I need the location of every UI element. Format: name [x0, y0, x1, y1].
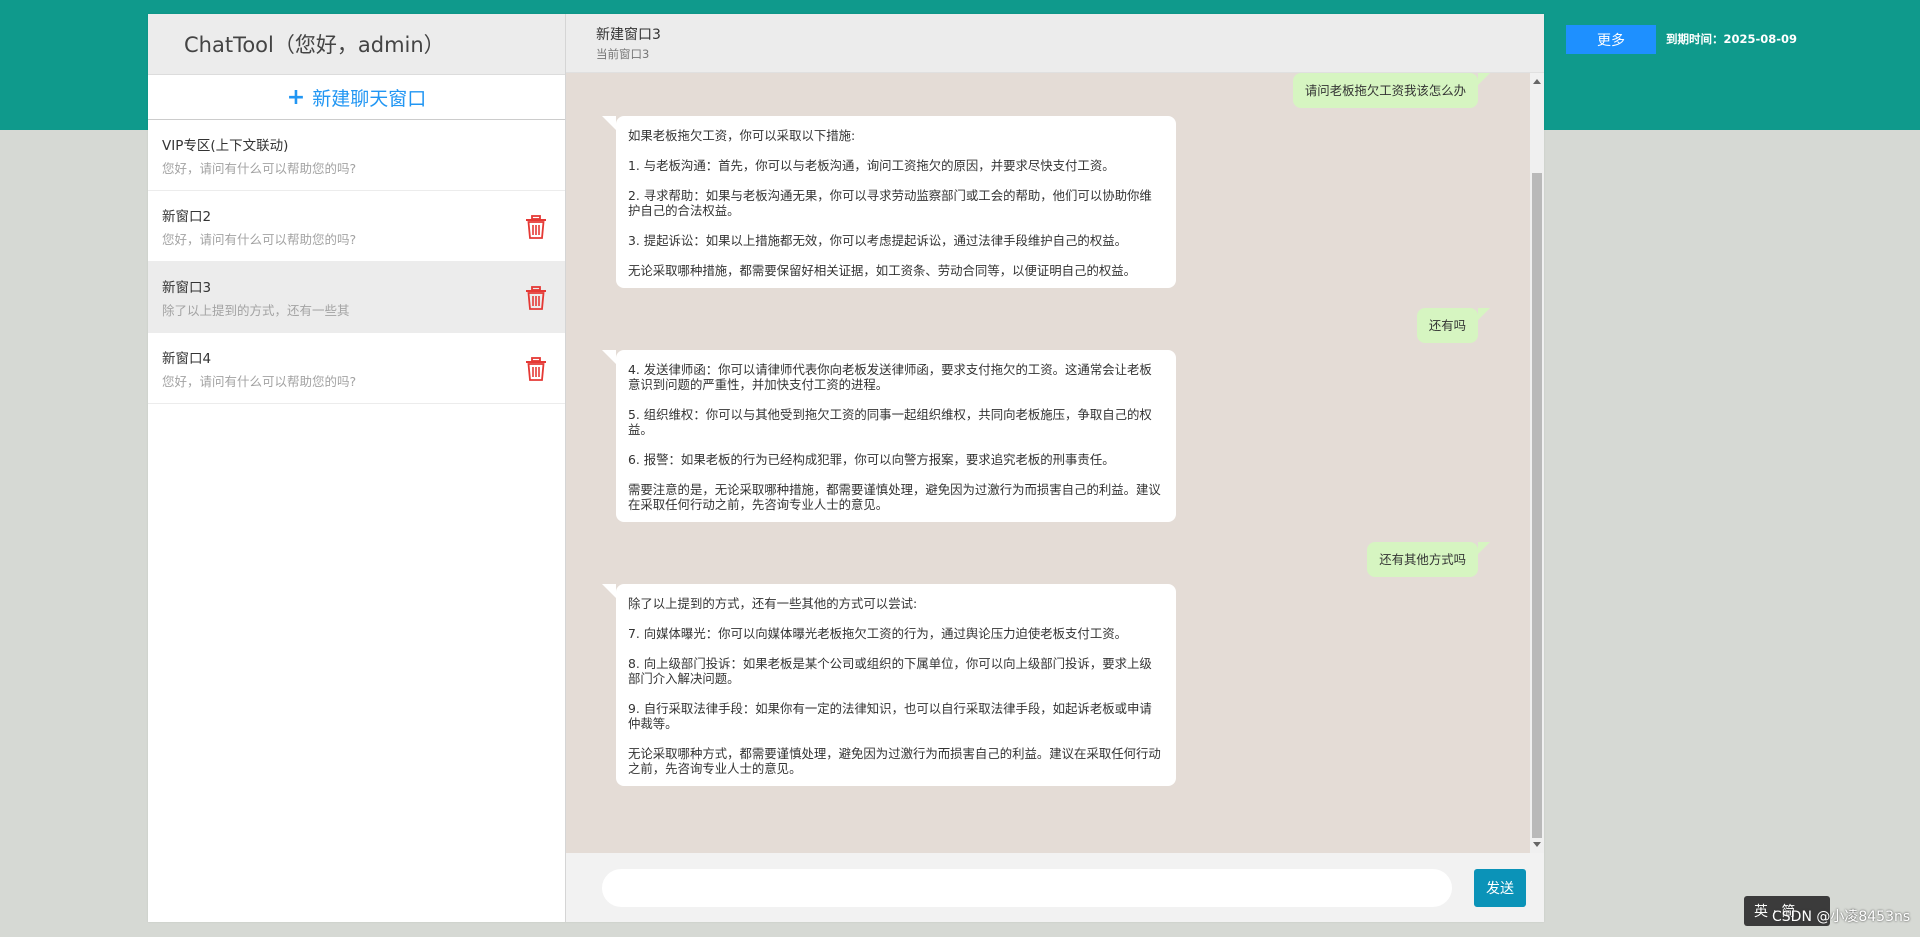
message-paragraph: 如果老板拖欠工资，你可以采取以下措施: [628, 128, 856, 143]
session-title: VIP专区(上下文联动) [162, 138, 289, 154]
session-item[interactable]: VIP专区(上下文联动) 您好，请问有什么可以帮助您的吗? [148, 120, 565, 191]
send-button[interactable]: 发送 [1474, 869, 1526, 907]
scrollbar[interactable] [1530, 73, 1544, 853]
message-paragraph: 6. 报警：如果老板的行为已经构成犯罪，你可以向警方报案，要求追究老板的刑事责任… [628, 452, 1115, 467]
message-paragraph: 无论采取哪种措施，都需要保留好相关证据，如工资条、劳动合同等，以便证明自己的权益… [628, 263, 1137, 278]
session-preview: 您好，请问有什么可以帮助您的吗? [162, 161, 357, 176]
session-item[interactable]: 新窗口4 您好，请问有什么可以帮助您的吗? [148, 333, 565, 404]
new-chat-button[interactable]: + 新建聊天窗口 [148, 75, 565, 120]
message-paragraph: 1. 与老板沟通：首先，你可以与老板沟通，询问工资拖欠的原因，并要求尽快支付工资… [628, 158, 1115, 173]
trash-icon[interactable] [525, 215, 547, 239]
watermark: CSDN @小凌8453ns [1772, 909, 1911, 925]
message-paragraph: 8. 向上级部门投诉：如果老板是某个公司或组织的下属单位，你可以向上级部门投诉，… [628, 656, 1152, 686]
user-message: 还有其他方式吗 [1367, 542, 1490, 577]
message-list: 请问老板拖欠工资我该怎么办如果老板拖欠工资，你可以采取以下措施: 1. 与老板沟通… [566, 73, 1532, 853]
chat-header: 新建窗口3 当前窗口3 [566, 14, 1544, 73]
chat-app: ChatTool（您好，admin） + 新建聊天窗口 VIP专区(上下文联动)… [148, 14, 1544, 922]
session-item[interactable]: 新窗口3 除了以上提到的方式，还有一些其 [148, 262, 565, 333]
message-paragraph: 无论采取哪种方式，都需要谨慎处理，避免因为过激行为而损害自己的利益。建议在采取任… [628, 746, 1161, 776]
plus-icon: + [286, 84, 306, 110]
message-paragraph: 4. 发送律师函：你可以请律师代表你向老板发送律师函，要求支付拖欠的工资。这通常… [628, 362, 1152, 392]
message-paragraph: 5. 组织维权：你可以与其他受到拖欠工资的同事一起组织维权，共同向老板施压，争取… [628, 407, 1152, 437]
session-title: 新窗口3 [162, 280, 212, 296]
expiry-time: 到期时间：2025-08-09 [1666, 32, 1798, 46]
trash-icon[interactable] [525, 357, 547, 381]
scrollbar-thumb[interactable] [1532, 173, 1542, 838]
message-paragraph: 除了以上提到的方式，还有一些其他的方式可以尝试: [628, 596, 918, 611]
session-title: 新窗口4 [162, 351, 212, 367]
scroll-up-arrow-icon[interactable] [1533, 79, 1541, 84]
bot-message: 除了以上提到的方式，还有一些其他的方式可以尝试: 7. 向媒体曝光：你可以向媒体曝… [602, 584, 1176, 786]
session-preview: 您好，请问有什么可以帮助您的吗? [162, 232, 357, 247]
trash-icon[interactable] [525, 286, 547, 310]
session-preview: 您好，请问有什么可以帮助您的吗? [162, 374, 357, 389]
message-input[interactable] [602, 868, 1452, 907]
scroll-down-arrow-icon[interactable] [1533, 842, 1541, 847]
message-paragraph: 需要注意的是，无论采取哪种措施，都需要谨慎处理，避免因为过激行为而损害自己的利益… [628, 482, 1161, 512]
message-paragraph: 2. 寻求帮助：如果与老板沟通无果，你可以寻求劳动监察部门或工会的帮助，他们可以… [628, 188, 1152, 218]
message-paragraph: 7. 向媒体曝光：你可以向媒体曝光老板拖欠工资的行为，通过舆论压力迫使老板支付工… [628, 626, 1127, 641]
more-button[interactable]: 更多 [1566, 25, 1656, 54]
bot-message: 如果老板拖欠工资，你可以采取以下措施: 1. 与老板沟通：首先，你可以与老板沟通，… [602, 116, 1176, 288]
input-bar: 发送 [566, 853, 1544, 922]
bot-message: 4. 发送律师函：你可以请律师代表你向老板发送律师函，要求支付拖欠的工资。这通常… [602, 350, 1176, 522]
chat-title: 新建窗口3 [596, 27, 661, 43]
chat-panel: 新建窗口3 当前窗口3 请问老板拖欠工资我该怎么办如果老板拖欠工资，你可以采取以… [566, 14, 1544, 922]
message-paragraph: 3. 提起诉讼：如果以上措施都无效，你可以考虑提起诉讼，通过法律手段维护自己的权… [628, 233, 1127, 248]
user-message: 还有吗 [1416, 308, 1491, 343]
new-chat-label: 新建聊天窗口 [312, 87, 427, 110]
sidebar: ChatTool（您好，admin） + 新建聊天窗口 VIP专区(上下文联动)… [148, 14, 566, 922]
session-item[interactable]: 新窗口2 您好，请问有什么可以帮助您的吗? [148, 191, 565, 262]
session-preview: 除了以上提到的方式，还有一些其 [162, 303, 350, 318]
session-list: VIP专区(上下文联动) 您好，请问有什么可以帮助您的吗? 新窗口2 您好，请问有什么… [148, 120, 565, 404]
message-area[interactable]: 请问老板拖欠工资我该怎么办如果老板拖欠工资，你可以采取以下措施: 1. 与老板沟通… [566, 73, 1544, 853]
app-title: ChatTool（您好，admin） [148, 14, 565, 75]
chat-subtitle: 当前窗口3 [596, 47, 650, 61]
message-paragraph: 9. 自行采取法律手段：如果你有一定的法律知识，也可以自行采取法律手段，如起诉老… [628, 701, 1152, 731]
session-title: 新窗口2 [162, 209, 212, 225]
user-message: 请问老板拖欠工资我该怎么办 [1292, 73, 1491, 108]
